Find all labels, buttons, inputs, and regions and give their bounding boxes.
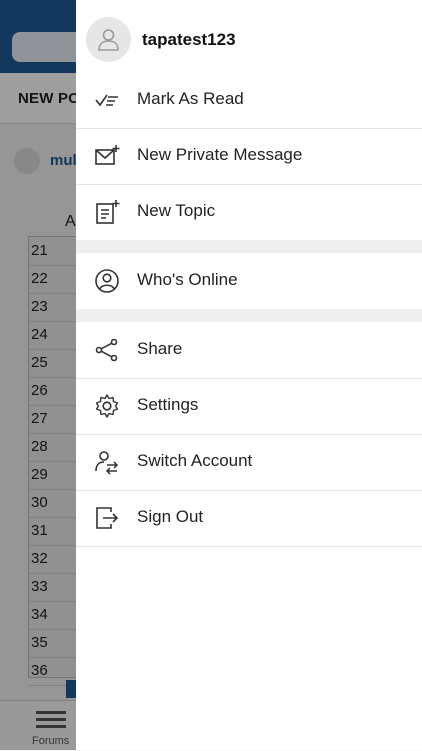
menu-item-label: Switch Account	[137, 451, 253, 470]
avatar	[86, 17, 131, 62]
envelope-plus-icon	[95, 145, 120, 165]
menu-item-sign-out[interactable]: Sign Out	[76, 490, 422, 547]
username: tapatest123	[142, 30, 236, 49]
profile-header[interactable]: tapatest123	[76, 0, 422, 72]
new-topic-icon	[96, 200, 120, 224]
user-placeholder-icon	[98, 29, 119, 51]
user-circle-icon	[95, 269, 119, 293]
sign-out-icon	[96, 507, 119, 529]
menu-item-new-private-message[interactable]: New Private Message	[76, 128, 422, 185]
section-divider	[76, 309, 422, 322]
menu-item-share[interactable]: Share	[76, 322, 422, 379]
menu-item-label: Share	[137, 339, 183, 358]
mark-read-icon	[95, 94, 118, 107]
menu-item-label: New Private Message	[137, 145, 303, 164]
share-icon	[95, 338, 118, 362]
menu-item-label: Sign Out	[137, 507, 204, 526]
menu-item-mark-as-read[interactable]: Mark As Read	[76, 72, 422, 129]
menu-item-label: Mark As Read	[137, 89, 244, 108]
gear-icon	[95, 394, 119, 418]
side-drawer: tapatest123 Mark As Read New Private Mes…	[76, 0, 422, 750]
menu-item-label: Settings	[137, 395, 199, 414]
switch-account-icon	[95, 451, 119, 475]
menu-item-whos-online[interactable]: Who's Online	[76, 253, 422, 310]
section-divider	[76, 240, 422, 253]
menu-item-label: New Topic	[137, 201, 216, 220]
menu-item-switch-account[interactable]: Switch Account	[76, 434, 422, 491]
menu-item-settings[interactable]: Settings	[76, 378, 422, 435]
menu-item-new-topic[interactable]: New Topic	[76, 184, 422, 241]
menu-item-label: Who's Online	[137, 270, 238, 289]
